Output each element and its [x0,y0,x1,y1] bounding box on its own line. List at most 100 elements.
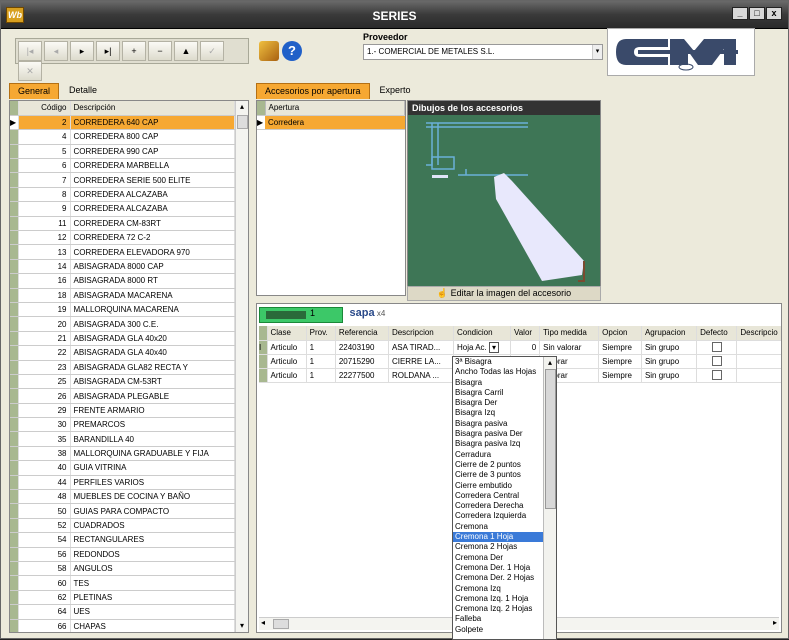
series-grid-scrollbar[interactable]: ▴ ▾ [235,101,248,632]
maximize-button[interactable]: □ [749,7,765,20]
table-row[interactable]: 40 GUIA VITRINA [10,460,235,476]
column-header[interactable]: Prov. [306,326,336,341]
dropdown-option[interactable]: Cerradura [453,450,556,460]
table-row[interactable]: 66 CHAPAS [10,619,235,632]
table-row[interactable]: 58 ANGULOS [10,561,235,577]
table-row[interactable]: 6 CORREDERA MARBELLA [10,158,235,174]
tab-accesorios-por-apertura[interactable]: Accesorios por apertura [256,83,370,99]
condicion-dropdown-list[interactable]: 3ª Bisagra Ancho Todas las Hojas Bisagra Bi… [452,356,557,640]
provider-select[interactable]: 1.- COMERCIAL DE METALES S.L. ▾ [363,44,603,60]
add-record-button[interactable]: + [122,41,146,61]
column-header[interactable]: Condicion [453,326,511,341]
table-row[interactable]: 7 CORREDERA SERIE 500 ELITE [10,172,235,188]
dropdown-option[interactable]: Bisagra Der [453,398,556,408]
table-row[interactable]: 56 REDONDOS [10,547,235,563]
column-header[interactable]: Descripcion [388,326,454,341]
dropdown-option[interactable]: Cierre embutido [453,481,556,491]
dropdown-option[interactable]: Cremona Der. 2 Hojas [453,573,556,583]
table-row[interactable]: 20 ABISAGRADA 300 C.E. [10,316,235,332]
table-row[interactable]: 38 MALLORQUINA GRADUABLE Y FIJA [10,446,235,462]
dropdown-option[interactable]: Golpete [453,625,556,635]
scrollbar-thumb[interactable] [545,369,556,509]
tab-general[interactable]: General [9,83,60,99]
table-row[interactable]: 25 ABISAGRADA CM-53RT [10,374,235,390]
delete-record-button[interactable]: − [148,41,172,61]
defecto-checkbox[interactable] [696,340,738,355]
dropdown-option[interactable]: Cremona 1 Hoja [453,532,556,543]
defecto-checkbox[interactable] [696,354,738,369]
table-row[interactable]: 5 CORREDERA 990 CAP [10,144,235,160]
column-header[interactable]: Descripcio [736,326,781,341]
dropdown-option[interactable]: Bisagra Izq [453,408,556,418]
brand-tab-sapa[interactable]: sapa x4 [350,307,386,319]
column-header[interactable]: Clase [267,326,307,341]
column-header[interactable]: Defecto [696,326,738,341]
table-row[interactable]: 16 ABISAGRADA 8000 RT [10,273,235,289]
next-record-button[interactable]: ▸ [70,41,94,61]
table-row[interactable]: 18 ABISAGRADA MACARENA [10,288,235,303]
table-row[interactable]: 52 CUADRADOS [10,518,235,534]
column-header[interactable]: Valor [510,326,541,341]
scroll-down-icon[interactable]: ▾ [236,620,248,632]
tab-detalle[interactable]: Detalle [61,83,105,99]
scroll-up-icon[interactable]: ▴ [236,101,248,113]
table-row[interactable]: 48 MUEBLES DE COCINA Y BAÑO [10,489,235,505]
table-row[interactable]: 54 RECTANGULARES [10,532,235,548]
dropdown-option[interactable]: Cremona Izq [453,584,556,594]
table-row[interactable]: 22 ABISAGRADA GLA 40x40 [10,345,235,361]
table-row[interactable]: 11 CORREDERA CM-83RT [10,216,235,232]
dropdown-option[interactable]: Cremona Der [453,553,556,563]
dropdown-option[interactable]: Cremona 2 Hojas [453,542,556,552]
column-header[interactable]: Agrupacion [641,326,698,341]
column-header[interactable]: Tipo medida [539,326,600,341]
apertura-grid[interactable]: Apertura ▶ Corredera [256,100,406,296]
table-row[interactable]: 64 UES [10,604,235,620]
tools-icon[interactable] [259,41,279,61]
help-icon[interactable]: ? [282,41,302,61]
edit-record-button[interactable]: ▲ [174,41,198,61]
dropdown-option[interactable]: Cremona Der. 1 Hoja [453,563,556,573]
column-header-codigo[interactable]: Código [18,101,71,116]
table-row[interactable]: 29 FRENTE ARMARIO [10,403,235,419]
dropdown-option[interactable]: Bisagra pasiva [453,419,556,429]
dropdown-option[interactable]: Cremona Izq. 2 Hojas [453,604,556,614]
edit-accessory-image-button[interactable]: ☝ Editar la imagen del accesorio [407,286,601,301]
dropdown-option[interactable]: Bisagra [453,378,556,388]
table-row[interactable]: 35 BARANDILLA 40 [10,431,235,447]
table-row[interactable]: 8 CORREDERA ALCAZABA [10,187,235,203]
dropdown-option[interactable]: Cremona [453,522,556,532]
first-record-button[interactable]: |◂ [18,41,42,61]
dropdown-option[interactable]: Corredera Central [453,491,556,501]
minimize-button[interactable]: _ [732,7,748,20]
table-row[interactable]: 14 ABISAGRADA 8000 CAP [10,259,235,275]
table-row[interactable]: 23 ABISAGRADA GLA82 RECTA Y [10,360,235,375]
close-button[interactable]: x [766,7,782,20]
table-row[interactable]: 4 CORREDERA 800 CAP [10,129,235,145]
last-record-button[interactable]: ▸| [96,41,120,61]
column-header-descripcion[interactable]: Descripción [70,101,235,116]
table-row[interactable]: 44 PERFILES VARIOS [10,475,235,491]
dropdown-option[interactable]: Bisagra pasiva Izq [453,439,556,449]
cancel-record-button[interactable]: ✕ [18,61,42,81]
prev-record-button[interactable]: ◂ [44,41,68,61]
scrollbar-thumb[interactable] [237,115,248,129]
dropdown-option[interactable]: Bisagra pasiva Der [453,429,556,439]
table-row[interactable]: 9 CORREDERA ALCAZABA [10,201,235,217]
scroll-right-icon[interactable]: ▸ [773,618,777,627]
scrollbar-thumb[interactable] [273,619,289,629]
scroll-up-icon[interactable]: ▴ [544,357,556,369]
table-row[interactable]: 30 PREMARCOS [10,417,235,433]
table-row[interactable]: 62 PLETINAS [10,590,235,606]
table-row[interactable]: 13 CORREDERA ELEVADORA 970 [10,244,235,260]
table-row[interactable]: 60 TES [10,575,235,591]
dropdown-option[interactable]: Falleba [453,614,556,624]
dropdown-option[interactable]: Bisagra Carril [453,388,556,398]
dropdown-option[interactable]: Cremona Izq. 1 Hoja [453,594,556,604]
dropdown-option[interactable]: Corredera Izquierda [453,511,556,521]
table-row[interactable]: ▶ Corredera [257,115,405,130]
chevron-down-icon[interactable]: ▾ [592,45,602,59]
brand-tab-cm[interactable]: 1 [259,307,343,323]
dropdown-scrollbar[interactable]: ▴ [543,357,556,639]
column-header[interactable]: Referencia [335,326,389,341]
dropdown-option[interactable]: Cierre de 3 puntos [453,470,556,480]
